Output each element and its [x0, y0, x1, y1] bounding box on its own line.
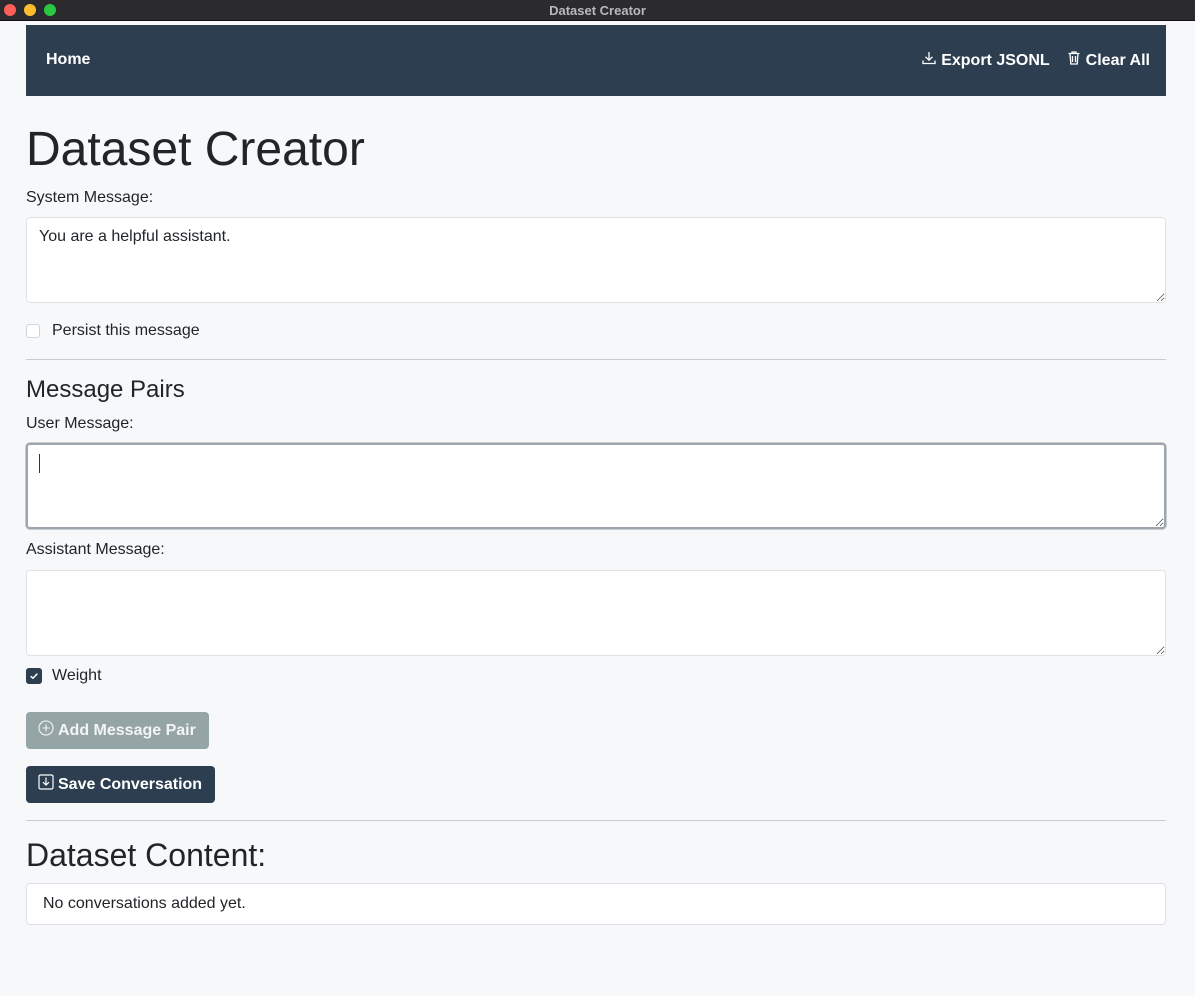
- assistant-message-label: Assistant Message:: [26, 541, 165, 558]
- plus-circle-icon: [38, 720, 54, 741]
- window-titlebar: Dataset Creator: [0, 0, 1195, 21]
- system-message-label: System Message:: [26, 189, 154, 206]
- message-pairs-heading: Message Pairs: [26, 376, 185, 403]
- clear-all-link[interactable]: Clear All: [1066, 50, 1150, 71]
- dataset-content-panel: No conversations added yet.: [26, 883, 1166, 925]
- weight-checkbox[interactable]: [26, 668, 42, 684]
- navbar: Home Export JSONL Clear All: [26, 25, 1166, 96]
- user-message-label: User Message:: [26, 415, 134, 432]
- empty-state-text: No conversations added yet.: [43, 895, 246, 912]
- persist-message-checkbox-row[interactable]: Persist this message: [26, 322, 200, 340]
- divider: [26, 820, 1166, 821]
- export-jsonl-link[interactable]: Export JSONL: [921, 50, 1050, 71]
- clear-all-label: Clear All: [1085, 51, 1150, 69]
- add-message-pair-label: Add Message Pair: [58, 721, 196, 739]
- download-icon: [921, 50, 937, 71]
- save-conversation-button[interactable]: Save Conversation: [26, 766, 216, 803]
- save-conversation-label: Save Conversation: [58, 775, 203, 793]
- assistant-message-textarea[interactable]: [26, 570, 1166, 656]
- system-message-textarea[interactable]: [26, 217, 1166, 303]
- save-download-icon: [38, 774, 54, 795]
- user-message-textarea[interactable]: [26, 443, 1166, 529]
- check-icon: [30, 673, 38, 680]
- navbar-actions: Export JSONL Clear All: [921, 50, 1150, 71]
- weight-checkbox-row[interactable]: Weight: [26, 667, 102, 685]
- divider: [26, 359, 1166, 360]
- trash-icon: [1066, 50, 1082, 71]
- persist-message-label: Persist this message: [52, 322, 200, 339]
- window-title: Dataset Creator: [549, 3, 646, 18]
- export-jsonl-label: Export JSONL: [941, 51, 1050, 69]
- text-cursor: [39, 454, 40, 473]
- dataset-content-heading: Dataset Content:: [26, 837, 267, 873]
- nav-home-link[interactable]: Home: [46, 51, 90, 69]
- persist-message-checkbox[interactable]: [26, 324, 40, 338]
- add-message-pair-button[interactable]: Add Message Pair: [26, 712, 209, 749]
- weight-label: Weight: [52, 667, 102, 684]
- page-title: Dataset Creator: [26, 123, 365, 176]
